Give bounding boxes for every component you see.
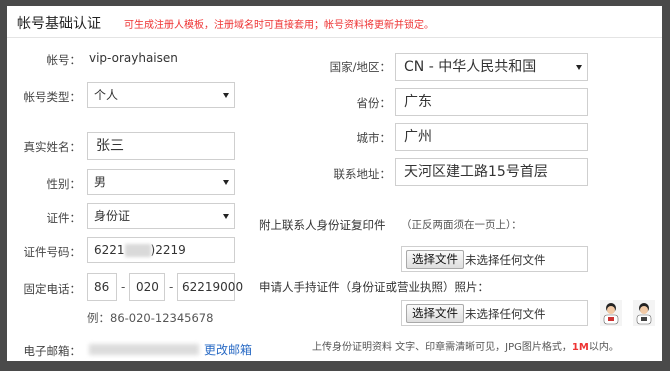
chevron-down-icon (223, 180, 229, 185)
id-number-suffix: )2219 (150, 243, 186, 257)
sample-photo-icon (633, 300, 655, 326)
province-label: 省份： (356, 96, 392, 110)
account-label: 帐号： (46, 53, 82, 67)
phone-separator: - (169, 280, 174, 294)
panel-note: 可生成注册人模板，注册域名时可直接套用；帐号资料将更新并锁定。 (124, 20, 434, 31)
account-type-label: 帐号类型： (23, 90, 82, 104)
country-label: 国家/地区： (329, 60, 391, 74)
choose-file-button[interactable]: 选择文件 (406, 304, 464, 323)
no-file-text: 未选择任何文件 (465, 253, 546, 267)
phone-example: 例：86-020-12345678 (87, 311, 214, 325)
choose-file-button[interactable]: 选择文件 (406, 250, 464, 269)
city-value: 广州 (404, 129, 432, 145)
auth-panel: 帐号基础认证 可生成注册人模板，注册域名时可直接套用；帐号资料将更新并锁定。 帐… (7, 6, 662, 361)
gender-select[interactable]: 男 (87, 169, 235, 195)
change-email-link[interactable]: 更改邮箱 (204, 341, 252, 358)
phone-city-value: 020 (136, 280, 159, 294)
account-type-select[interactable]: 个人 (87, 82, 235, 108)
city-label: 城市： (356, 131, 392, 145)
account-type-value: 个人 (94, 88, 119, 102)
panel-header: 帐号基础认证 可生成注册人模板，注册域名时可直接套用；帐号资料将更新并锁定。 (7, 6, 662, 38)
phone-number-input[interactable]: 62219000 (177, 273, 243, 301)
attach-id-label: 附上联系人身份证复印件 (259, 218, 386, 232)
id-type-value: 身份证 (94, 209, 131, 223)
address-value: 天河区建工路15号首层 (404, 164, 548, 180)
phone-separator: - (121, 280, 126, 294)
upload-note: 上传身份证明资料 文字、印章需清晰可见，JPG图片格式，1M以内。 (312, 338, 619, 353)
address-input[interactable]: 天河区建工路15号首层 (395, 158, 588, 186)
upload-size-limit: 1M (571, 342, 589, 353)
gender-value: 男 (94, 175, 107, 189)
id-type-label: 证件： (46, 211, 82, 225)
redacted-digits (124, 244, 151, 257)
phone-area-value: 86 (94, 280, 110, 294)
chevron-down-icon (576, 65, 582, 70)
realname-input[interactable]: 张三 (87, 132, 235, 160)
sample-photo-icon (600, 300, 622, 326)
realname-value: 张三 (96, 138, 124, 154)
phone-number-value: 62219000 (182, 280, 244, 294)
realname-label: 真实姓名： (23, 140, 82, 154)
province-value: 广东 (404, 94, 432, 110)
phone-area-input[interactable]: 86 (87, 273, 117, 301)
id-number-input[interactable]: 6221 )2219 (87, 237, 235, 263)
city-input[interactable]: 广州 (395, 123, 588, 151)
attach-id-hint: （正反两面须在一页上）： (401, 219, 522, 231)
country-value: CN - 中华人民共和国 (404, 59, 537, 75)
id-number-label: 证件号码： (23, 245, 82, 259)
phone-label: 固定电话： (23, 282, 82, 296)
country-select[interactable]: CN - 中华人民共和国 (395, 53, 588, 81)
province-input[interactable]: 广东 (395, 88, 588, 116)
phone-city-input[interactable]: 020 (129, 273, 165, 301)
email-label: 电子邮箱： (23, 344, 82, 358)
chevron-down-icon (223, 93, 229, 98)
hold-photo-file-input[interactable]: 选择文件 未选择任何文件 (401, 300, 588, 326)
id-copy-file-input[interactable]: 选择文件 未选择任何文件 (401, 246, 588, 272)
gender-label: 性别： (46, 177, 82, 191)
chevron-down-icon (223, 214, 229, 219)
address-label: 联系地址： (333, 167, 392, 181)
attach-hold-label: 申请人手持证件（身份证或营业执照）照片： (259, 280, 489, 294)
upload-note-text: 上传身份证明资料 文字、印章需清晰可见，JPG图片格式， (312, 342, 572, 353)
no-file-text: 未选择任何文件 (465, 307, 546, 321)
panel-title: 帐号基础认证 (17, 16, 101, 32)
upload-note-end: 以内。 (588, 342, 619, 353)
id-number-prefix: 6221 (94, 243, 125, 257)
id-type-select[interactable]: 身份证 (87, 203, 235, 229)
account-value: vip-orayhaisen (89, 51, 178, 65)
redacted-email (89, 344, 199, 355)
